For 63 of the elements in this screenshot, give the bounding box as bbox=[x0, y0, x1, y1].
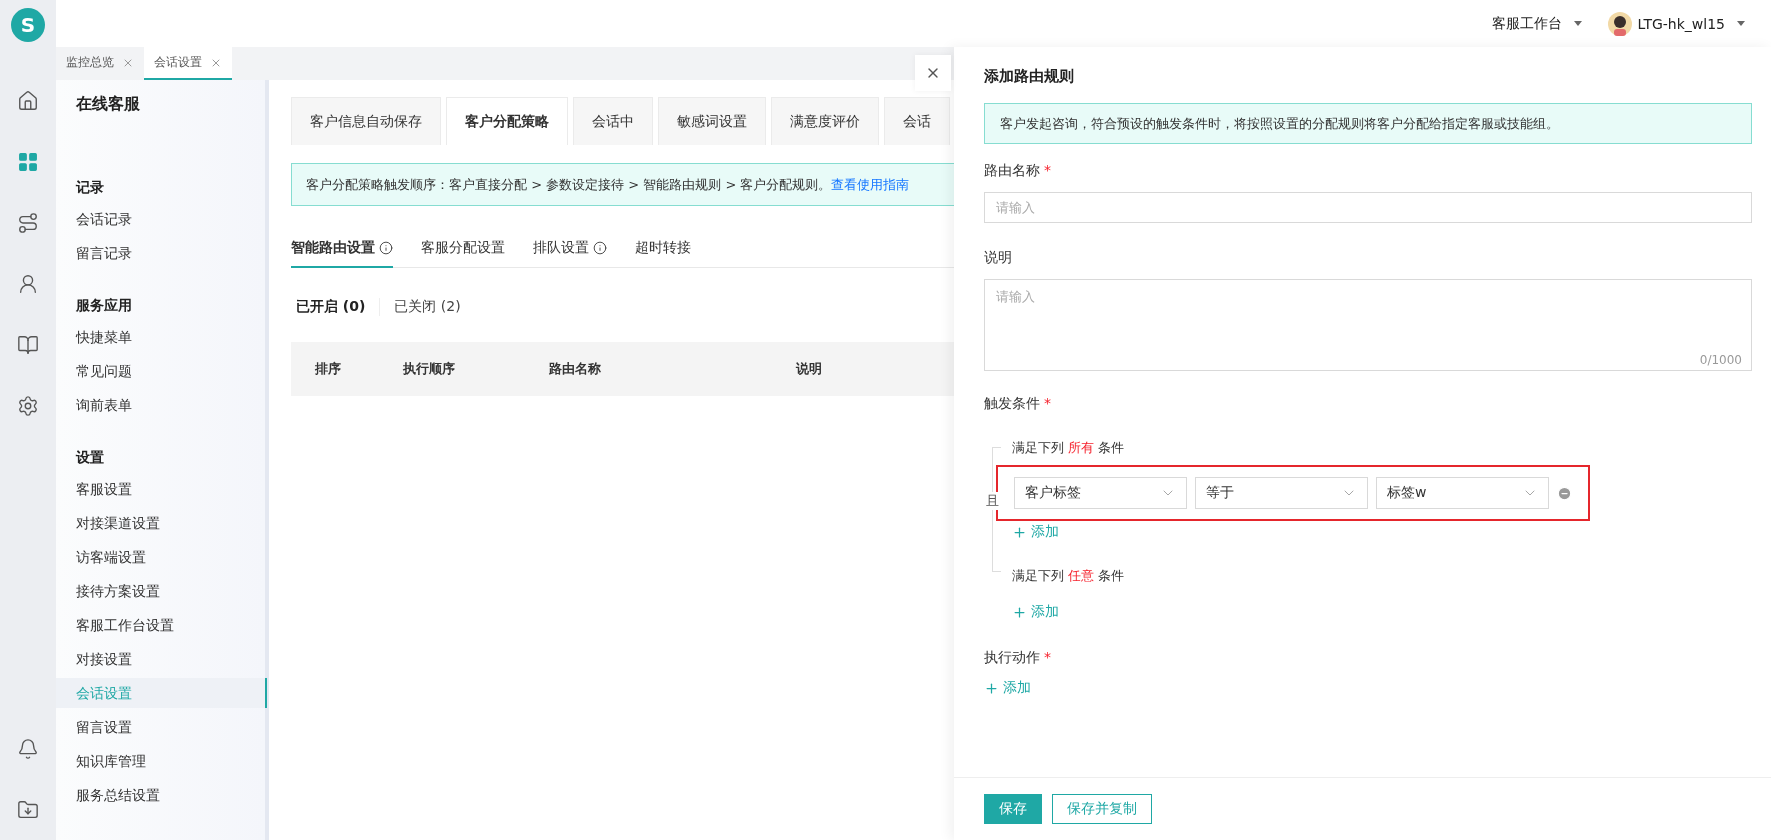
avatar-icon bbox=[1607, 11, 1632, 36]
sidebar-item[interactable]: 对接渠道设置 bbox=[56, 508, 267, 538]
sidebar-item[interactable]: 询前表单 bbox=[56, 390, 267, 420]
page-tab[interactable]: 会话设置 bbox=[144, 47, 232, 80]
content-tab[interactable]: 会话中 bbox=[573, 97, 653, 145]
remove-icon[interactable] bbox=[1557, 485, 1572, 501]
page-tab[interactable]: 监控总览 bbox=[56, 47, 144, 80]
group-heading: 满足下列 任意 条件 bbox=[1012, 567, 1126, 585]
sidebar-section-title: 设置 bbox=[74, 448, 105, 467]
sub-tab[interactable]: 超时转接 bbox=[635, 230, 691, 268]
field-label: 执行动作 bbox=[984, 649, 1040, 665]
content-tab[interactable]: 会话 bbox=[884, 97, 950, 145]
sidebar-section-title: 记录 bbox=[74, 178, 105, 197]
sidebar-section-title: 服务应用 bbox=[75, 296, 133, 315]
content-tab[interactable]: 敏感词设置 bbox=[658, 97, 766, 145]
status-filter[interactable]: 已开启 (0) bbox=[296, 298, 381, 316]
required-mark: * bbox=[1044, 395, 1051, 411]
content-tab[interactable]: 客户信息自动保存 bbox=[291, 97, 441, 145]
user-menu[interactable]: LTG-hk_wl15 bbox=[1607, 11, 1745, 36]
char-counter: 0/1000 bbox=[1699, 353, 1742, 367]
sub-tab[interactable]: 客服分配设置 bbox=[421, 230, 505, 268]
select-field[interactable]: 客户标签 bbox=[1014, 477, 1187, 509]
close-button[interactable] bbox=[915, 55, 951, 91]
sidebar-title: 在线客服 bbox=[75, 94, 141, 115]
column-header: 执行顺序 bbox=[403, 360, 456, 378]
select-field[interactable]: 等于 bbox=[1195, 477, 1368, 509]
status-filter[interactable]: 已关闭 (2) bbox=[394, 298, 475, 316]
column-header: 排序 bbox=[315, 360, 342, 378]
field-label: 路由名称 bbox=[984, 162, 1040, 178]
sidebar-item[interactable]: 留言记录 bbox=[56, 238, 267, 268]
plus-icon bbox=[984, 680, 999, 696]
sub-tab[interactable]: 排队设置 bbox=[533, 230, 607, 268]
logo: S bbox=[11, 8, 45, 42]
sidebar-item[interactable]: 对接设置 bbox=[56, 644, 267, 674]
joiner-label: 且 bbox=[986, 492, 999, 510]
sidebar-item[interactable]: 知识库管理 bbox=[56, 746, 267, 776]
guide-link[interactable]: 查看使用指南 bbox=[831, 177, 910, 192]
plus-icon bbox=[1012, 604, 1027, 620]
field-label: 触发条件 bbox=[984, 395, 1040, 411]
group-heading: 满足下列 所有 条件 bbox=[1012, 439, 1126, 457]
sidebar-item[interactable]: 访客端设置 bbox=[56, 542, 267, 572]
required-mark: * bbox=[1044, 162, 1051, 178]
select-field[interactable]: 标签w bbox=[1376, 477, 1549, 509]
sidebar-item[interactable]: 会话记录 bbox=[56, 204, 267, 234]
column-header: 说明 bbox=[796, 360, 823, 378]
content-tab[interactable]: 满意度评价 bbox=[771, 97, 879, 145]
workspace-menu[interactable]: 客服工作台 bbox=[1491, 14, 1582, 33]
required-mark: * bbox=[1044, 649, 1051, 665]
column-header: 路由名称 bbox=[549, 360, 602, 378]
sidebar-item[interactable]: 常见问题 bbox=[56, 356, 267, 386]
field-label: 说明 bbox=[984, 249, 1012, 265]
content-tab[interactable]: 客户分配策略 bbox=[446, 97, 568, 145]
plus-icon bbox=[1012, 524, 1027, 540]
sidebar-item[interactable]: 服务总结设置 bbox=[56, 780, 267, 810]
sidebar-item[interactable]: 客服设置 bbox=[56, 474, 267, 504]
input-field[interactable]: 请输入 bbox=[984, 192, 1752, 223]
drawer-title: 添加路由规则 bbox=[984, 66, 1075, 87]
sidebar-item[interactable]: 快捷菜单 bbox=[56, 322, 267, 352]
drawer-notice: 客户发起咨询，符合预设的触发条件时，将按照设置的分配规则将客户分配给指定客服或技能组。 bbox=[984, 103, 1752, 144]
sidebar-item[interactable]: 留言设置 bbox=[56, 712, 267, 742]
sidebar-item[interactable]: 接待方案设置 bbox=[56, 576, 267, 606]
sidebar-item[interactable]: 客服工作台设置 bbox=[56, 610, 267, 640]
sub-tab[interactable]: 智能路由设置 bbox=[291, 230, 393, 268]
